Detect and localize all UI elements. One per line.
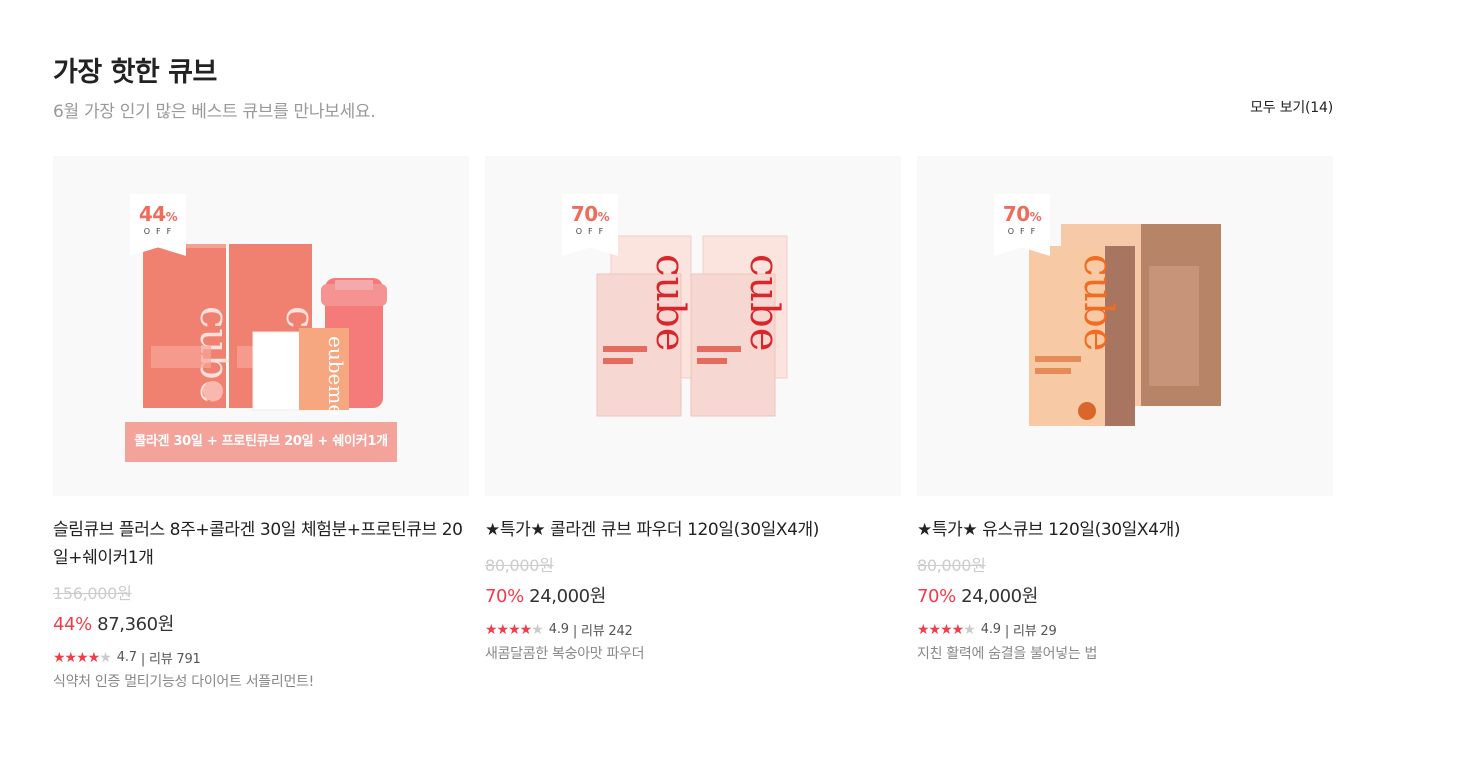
product-description: 새콤달콤한 복숭아맛 파우더 xyxy=(485,646,645,662)
rating-stars-icon: ★★★★★ xyxy=(485,621,544,638)
rating-score: 4.9 xyxy=(548,622,569,637)
rating-row: ★★★★★ 4.9 | 리뷰 242 xyxy=(485,620,901,640)
sale-price: 24,000원 xyxy=(529,586,606,607)
view-all-link[interactable]: 모두 보기(14) xyxy=(1250,97,1333,117)
rating-stars-icon: ★★★★★ xyxy=(53,649,112,666)
discount-rate: 70% xyxy=(917,586,956,607)
discount-badge: 44% OFF xyxy=(130,194,186,256)
product-image[interactable]: cube 70% OFF xyxy=(917,156,1333,496)
rating-stars-icon: ★★★★★ xyxy=(917,621,976,638)
discount-badge: 70% OFF xyxy=(562,194,618,256)
product-illustration: cube cube xyxy=(596,235,788,417)
product-image[interactable]: cube cube eubeme 44% OFF 콜라겐 30일 xyxy=(53,156,469,496)
svg-text:cube: cube xyxy=(647,254,693,351)
discount-rate: 70% xyxy=(485,586,524,607)
svg-text:eubeme: eubeme xyxy=(324,336,348,416)
product-illustration: cube xyxy=(1029,224,1221,426)
badge-percent: 70% xyxy=(1002,202,1042,226)
discount-badge: 70% OFF xyxy=(994,194,1050,256)
product-card[interactable]: cube cube eubeme 44% OFF 콜라겐 30일 xyxy=(53,156,469,691)
original-price: 80,000원 xyxy=(485,556,554,575)
badge-percent: 70% xyxy=(570,202,610,226)
original-price: 156,000원 xyxy=(53,584,132,603)
product-image[interactable]: cube cube 70% OFF xyxy=(485,156,901,496)
review-count: | 리뷰 29 xyxy=(1004,624,1057,639)
product-card[interactable]: cube cube 70% OFF ★특가★ 콜라겐 큐브 파우더 120일(3… xyxy=(485,156,901,663)
original-price: 80,000원 xyxy=(917,556,986,575)
product-name[interactable]: 슬림큐브 플러스 8주+콜라겐 30일 체험분+프로틴큐브 20일+쉐이커1개 xyxy=(53,516,469,572)
badge-off-label: OFF xyxy=(143,227,178,236)
bundle-banner: 콜라겐 30일 + 프로틴큐브 20일 + 쉐이커1개 xyxy=(125,422,397,462)
rating-score: 4.7 xyxy=(116,650,137,665)
product-description: 지친 활력에 숨결을 불어넣는 법 xyxy=(917,646,1098,662)
price-row: 44% 87,360원 xyxy=(53,610,469,636)
product-card[interactable]: cube 70% OFF ★특가★ 유스큐브 120일(30일X4개) 80,0… xyxy=(917,156,1333,663)
best-cube-section: 가장 핫한 큐브 6월 가장 인기 많은 베스트 큐브를 만나보세요. 모두 보… xyxy=(53,0,1333,766)
discount-rate: 44% xyxy=(53,614,92,635)
rating-row: ★★★★★ 4.9 | 리뷰 29 xyxy=(917,620,1333,640)
review-count: | 리뷰 242 xyxy=(572,624,633,639)
badge-percent: 44% xyxy=(138,202,178,226)
svg-text:cube: cube xyxy=(741,254,787,351)
product-name[interactable]: ★특가★ 유스큐브 120일(30일X4개) xyxy=(917,516,1333,544)
product-description: 식약처 인증 멀티기능성 다이어트 서플리먼트! xyxy=(53,674,314,690)
badge-off-label: OFF xyxy=(1007,227,1042,236)
sale-price: 87,360원 xyxy=(97,614,174,635)
svg-text:cube: cube xyxy=(1075,254,1121,351)
section-subtitle: 6월 가장 인기 많은 베스트 큐브를 만나보세요. xyxy=(53,102,376,122)
sale-price: 24,000원 xyxy=(961,586,1038,607)
badge-off-label: OFF xyxy=(575,227,610,236)
price-row: 70% 24,000원 xyxy=(917,582,1333,608)
rating-row: ★★★★★ 4.7 | 리뷰 791 xyxy=(53,648,469,668)
price-row: 70% 24,000원 xyxy=(485,582,901,608)
review-count: | 리뷰 791 xyxy=(140,652,201,667)
product-name[interactable]: ★특가★ 콜라겐 큐브 파우더 120일(30일X4개) xyxy=(485,516,901,544)
section-title: 가장 핫한 큐브 xyxy=(53,57,217,88)
rating-score: 4.9 xyxy=(980,622,1001,637)
